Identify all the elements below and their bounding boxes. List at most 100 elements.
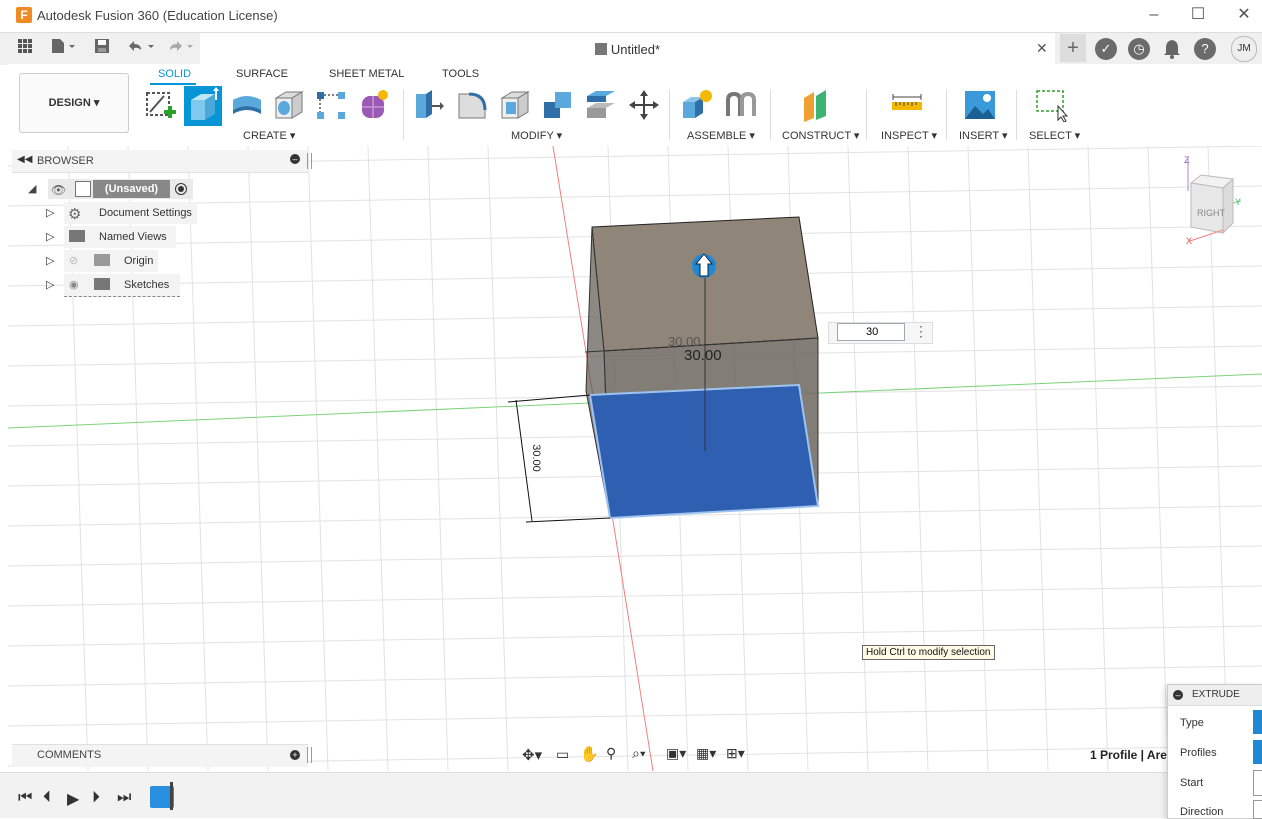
- selected-sketch-profile[interactable]: [588, 383, 820, 520]
- maximize-button[interactable]: ☐: [1176, 4, 1220, 28]
- measure-icon[interactable]: [890, 88, 924, 122]
- close-window-button[interactable]: ✕: [1222, 4, 1262, 28]
- extrude-icon: [191, 87, 219, 120]
- create-form-icon[interactable]: [356, 88, 390, 122]
- grid-snaps-icon[interactable]: ▦▾: [696, 745, 716, 762]
- viewports-icon[interactable]: ⊞▾: [726, 745, 745, 762]
- tab-sheet-metal[interactable]: SHEET METAL: [329, 68, 404, 80]
- extrude-distance-arrow-icon[interactable]: [692, 253, 716, 278]
- visibility-eye-icon[interactable]: ◉: [69, 278, 79, 291]
- insert-menu[interactable]: INSERT ▾: [959, 129, 1008, 142]
- display-settings-icon[interactable]: ▣▾: [666, 745, 686, 762]
- tab-tools[interactable]: TOOLS: [442, 68, 479, 80]
- orbit-icon[interactable]: ✥▾: [522, 746, 542, 764]
- document-icon: [75, 181, 91, 197]
- rectangular-pattern-icon[interactable]: [314, 88, 348, 122]
- zoom-icon[interactable]: ⚲: [606, 745, 616, 762]
- shell-icon[interactable]: [498, 88, 532, 122]
- file-menu-icon[interactable]: [48, 38, 78, 58]
- combine-icon[interactable]: [541, 88, 575, 122]
- move-copy-icon[interactable]: [627, 88, 661, 122]
- go-to-start-icon[interactable]: ⏮: [18, 789, 32, 807]
- extrude-collapse-icon[interactable]: –: [1173, 690, 1183, 700]
- extrude-type-button[interactable]: [1253, 710, 1262, 734]
- activate-radio-icon[interactable]: [175, 183, 187, 195]
- job-status-icon[interactable]: ◷: [1128, 38, 1150, 60]
- select-menu[interactable]: SELECT ▾: [1029, 129, 1080, 142]
- workspace-switcher[interactable]: DESIGN ▾: [19, 73, 129, 133]
- construct-menu[interactable]: CONSTRUCT ▾: [782, 129, 859, 142]
- expand-triangle-icon[interactable]: ▷: [46, 278, 54, 291]
- active-tab-indicator: [150, 83, 196, 85]
- direction-dropdown[interactable]: [1253, 800, 1262, 819]
- close-tab-button[interactable]: ✕: [1036, 40, 1048, 57]
- visibility-eye-icon[interactable]: 👁: [51, 183, 66, 197]
- add-comment-icon[interactable]: +: [290, 750, 300, 760]
- data-panel-grid-icon[interactable]: [14, 38, 36, 58]
- root-component-label[interactable]: (Unsaved): [93, 180, 170, 198]
- timeline-bar: [0, 772, 1262, 818]
- hidden-eye-icon[interactable]: ⊘: [69, 254, 78, 267]
- component-icon: [594, 43, 607, 55]
- redo-icon[interactable]: [166, 38, 196, 58]
- selection-status: 1 Profile | Area: [1090, 748, 1174, 762]
- go-to-end-icon[interactable]: ⏭: [117, 789, 131, 807]
- look-at-icon[interactable]: ▭: [556, 746, 569, 763]
- new-component-icon[interactable]: [680, 88, 714, 122]
- folder-icon: [69, 230, 85, 242]
- expand-triangle-icon[interactable]: ▷: [46, 206, 54, 219]
- user-avatar[interactable]: JM: [1231, 36, 1257, 62]
- hole-icon[interactable]: [272, 88, 306, 122]
- construct-plane-icon[interactable]: [800, 88, 834, 122]
- extrude-profiles-label: Profiles: [1180, 747, 1217, 759]
- folder-icon: [94, 278, 110, 290]
- profiles-select-button[interactable]: [1253, 740, 1262, 764]
- insert-image-icon[interactable]: [963, 88, 997, 122]
- extrude-distance-input[interactable]: [837, 323, 905, 341]
- joint-icon[interactable]: [724, 88, 758, 122]
- dimension-top[interactable]: 30.00: [684, 347, 722, 364]
- help-icon[interactable]: ?: [1194, 38, 1216, 60]
- step-back-icon[interactable]: ⏴: [43, 789, 51, 807]
- fillet-icon[interactable]: [455, 88, 489, 122]
- select-window-icon[interactable]: [1034, 88, 1069, 123]
- start-dropdown[interactable]: [1253, 770, 1262, 796]
- minimize-button[interactable]: –: [1132, 4, 1176, 28]
- tab-surface[interactable]: SURFACE: [236, 68, 288, 80]
- create-sketch-icon[interactable]: [144, 88, 178, 122]
- collapse-browser-icon[interactable]: ◀◀: [17, 154, 32, 165]
- expand-triangle-icon[interactable]: ▷: [46, 230, 54, 243]
- browser-item-label: Named Views: [99, 231, 167, 243]
- collapse-root-icon[interactable]: ◢: [28, 182, 36, 195]
- browser-resize-handle[interactable]: [307, 153, 312, 169]
- press-pull-icon[interactable]: [412, 88, 446, 122]
- extensions-icon[interactable]: ✓: [1095, 38, 1117, 60]
- offset-faces-icon[interactable]: [584, 88, 618, 122]
- undo-icon[interactable]: [124, 38, 156, 58]
- create-menu[interactable]: CREATE ▾: [243, 129, 295, 142]
- viewcube-face-label[interactable]: RIGHT: [1197, 208, 1225, 218]
- timeline-marker[interactable]: [170, 782, 173, 810]
- browser-title: BROWSER: [37, 155, 94, 167]
- pan-hand-icon[interactable]: ✋: [580, 745, 599, 763]
- assemble-menu[interactable]: ASSEMBLE ▾: [687, 129, 755, 142]
- revolve-icon[interactable]: [230, 88, 264, 122]
- dimension-side[interactable]: 30.00: [530, 444, 542, 472]
- save-icon[interactable]: [92, 38, 112, 58]
- browser-minimize-icon[interactable]: –: [290, 154, 300, 164]
- extrude-button-active[interactable]: [184, 86, 222, 126]
- more-options-icon[interactable]: ⋮: [914, 323, 928, 340]
- notifications-bell-icon[interactable]: [1162, 38, 1182, 60]
- expand-triangle-icon[interactable]: ▷: [46, 254, 54, 267]
- inspect-menu[interactable]: INSPECT ▾: [881, 129, 937, 142]
- modify-menu[interactable]: MODIFY ▾: [511, 129, 562, 142]
- comments-resize-handle[interactable]: [307, 747, 312, 763]
- play-icon[interactable]: ▶: [67, 789, 79, 809]
- step-forward-icon[interactable]: ⏵: [92, 789, 100, 807]
- design-canvas[interactable]: [8, 146, 1262, 771]
- fit-zoom-icon[interactable]: ⌕▾: [632, 745, 646, 762]
- new-tab-button[interactable]: +: [1060, 34, 1086, 62]
- document-tab[interactable]: Untitled*: [200, 33, 1055, 64]
- document-tab-title: Untitled*: [610, 42, 661, 57]
- tab-solid[interactable]: SOLID: [158, 68, 191, 80]
